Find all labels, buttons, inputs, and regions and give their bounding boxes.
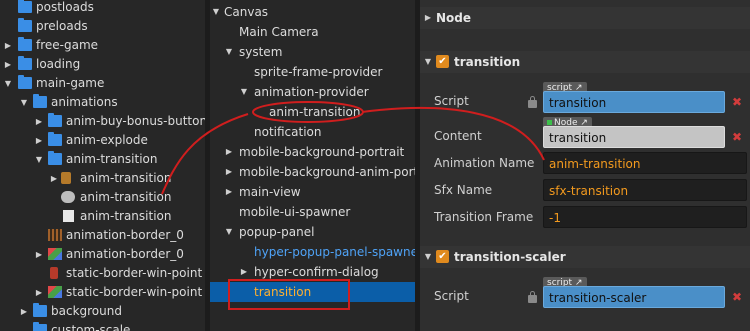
- node-item[interactable]: Main Camera: [210, 22, 415, 42]
- folder-icon: [18, 18, 32, 32]
- chevron-down-icon[interactable]: ▼: [423, 246, 433, 268]
- chevron-right-icon[interactable]: ▶: [49, 169, 59, 188]
- folder-icon: [33, 322, 47, 331]
- node-item[interactable]: ▶ main-view: [210, 182, 415, 202]
- file-icon: [63, 210, 74, 222]
- folder-icon: [18, 75, 32, 89]
- asset-item[interactable]: anim-transition: [0, 188, 205, 207]
- node-item[interactable]: ▶ hyper-confirm-dialog: [210, 262, 415, 282]
- folder-icon: [18, 37, 32, 51]
- chevron-down-icon[interactable]: ▼: [19, 93, 29, 112]
- script-field[interactable]: transition: [543, 91, 725, 113]
- chevron-right-icon[interactable]: ▶: [423, 7, 433, 29]
- asset-item[interactable]: anim-transition: [0, 207, 205, 226]
- remove-content-button[interactable]: ✖: [728, 127, 746, 147]
- asset-item[interactable]: ▶ free-game: [0, 36, 205, 55]
- remove-script-button[interactable]: ✖: [728, 92, 746, 112]
- chevron-right-icon[interactable]: ▶: [34, 131, 44, 150]
- transition-frame-label: Transition Frame: [434, 210, 534, 224]
- chevron-right-icon[interactable]: ▶: [34, 112, 44, 131]
- scaler-script-label: Script: [434, 289, 469, 303]
- chevron-down-icon[interactable]: ▼: [224, 222, 234, 242]
- chevron-right-icon[interactable]: ▶: [224, 162, 234, 182]
- node-item[interactable]: notification: [210, 122, 415, 142]
- asset-item[interactable]: ▶ background: [0, 302, 205, 321]
- transition-frame-input[interactable]: -1: [543, 206, 747, 228]
- lock-icon: [528, 96, 537, 108]
- asset-item[interactable]: animation-border_0: [0, 226, 205, 245]
- asset-item[interactable]: custom-scale: [0, 321, 205, 331]
- content-field[interactable]: transition: [543, 126, 725, 148]
- node-item[interactable]: ▼ system: [210, 42, 415, 62]
- node-item-selected[interactable]: transition: [210, 282, 415, 302]
- asset-item[interactable]: ▶ animation-border_0: [0, 245, 205, 264]
- chevron-down-icon[interactable]: ▼: [3, 74, 13, 93]
- asset-item[interactable]: preloads: [0, 17, 205, 36]
- asset-item[interactable]: postloads: [0, 0, 205, 17]
- animation-name-label: Animation Name: [434, 156, 535, 170]
- transition-component-header[interactable]: ▼ ✔ transition: [420, 51, 750, 73]
- image-icon: [48, 248, 62, 260]
- animation-clip-icon: [61, 191, 75, 203]
- folder-icon: [48, 132, 62, 146]
- folder-icon: [33, 94, 47, 108]
- asset-item[interactable]: ▼ main-game: [0, 74, 205, 93]
- node-item[interactable]: ▼ Canvas: [210, 2, 415, 22]
- node-item[interactable]: ▼ popup-panel: [210, 222, 415, 242]
- hierarchy-panel: ▼ Canvas Main Camera ▼ system sprite-fra…: [210, 0, 415, 331]
- spritesheet-icon: [48, 229, 62, 241]
- chevron-down-icon[interactable]: ▼: [423, 51, 433, 73]
- asset-item[interactable]: ▶ loading: [0, 55, 205, 74]
- sprite-icon: [61, 172, 71, 184]
- transition-scaler-component-header[interactable]: ▼ ✔ transition-scaler: [420, 246, 750, 268]
- enabled-checkbox[interactable]: ✔: [436, 55, 449, 68]
- chevron-down-icon[interactable]: ▼: [34, 150, 44, 169]
- sprite-icon: [50, 267, 58, 279]
- enabled-checkbox[interactable]: ✔: [436, 250, 449, 263]
- chevron-right-icon[interactable]: ▶: [3, 36, 13, 55]
- lock-icon: [528, 291, 537, 303]
- asset-item[interactable]: ▶ anim-explode: [0, 131, 205, 150]
- chevron-right-icon[interactable]: ▶: [224, 182, 234, 202]
- chevron-down-icon[interactable]: ▼: [211, 2, 221, 22]
- chevron-right-icon[interactable]: ▶: [19, 302, 29, 321]
- sfx-name-input[interactable]: sfx-transition: [543, 179, 747, 201]
- folder-icon: [18, 0, 32, 13]
- remove-scaler-script-button[interactable]: ✖: [728, 287, 746, 307]
- asset-item[interactable]: ▶ anim-transition: [0, 169, 205, 188]
- asset-item[interactable]: static-border-win-point: [0, 264, 205, 283]
- assets-panel: postloads preloads ▶ free-game ▶ loading…: [0, 0, 205, 331]
- node-item[interactable]: ▶ mobile-background-anim-portrait: [210, 162, 415, 182]
- chevron-right-icon[interactable]: ▶: [34, 245, 44, 264]
- animation-name-input[interactable]: anim-transition: [543, 152, 747, 174]
- chevron-right-icon[interactable]: ▶: [3, 55, 13, 74]
- node-section-header[interactable]: ▶ Node: [420, 7, 750, 29]
- folder-icon: [48, 151, 62, 165]
- folder-icon: [48, 113, 62, 127]
- folder-icon: [33, 303, 47, 317]
- script-label: Script: [434, 94, 469, 108]
- node-item[interactable]: mobile-ui-spawner: [210, 202, 415, 222]
- scaler-script-field[interactable]: transition-scaler: [543, 286, 725, 308]
- node-item[interactable]: ▶ mobile-background-portrait: [210, 142, 415, 162]
- chevron-right-icon[interactable]: ▶: [239, 262, 249, 282]
- chevron-down-icon[interactable]: ▼: [224, 42, 234, 62]
- asset-item[interactable]: ▼ anim-transition: [0, 150, 205, 169]
- node-item[interactable]: ▼ animation-provider: [210, 82, 415, 102]
- chevron-right-icon[interactable]: ▶: [224, 142, 234, 162]
- chevron-down-icon[interactable]: ▼: [239, 82, 249, 102]
- node-item[interactable]: sprite-frame-provider: [210, 62, 415, 82]
- content-label: Content: [434, 129, 482, 143]
- asset-item[interactable]: ▼ animations: [0, 93, 205, 112]
- node-item[interactable]: anim-transition: [210, 102, 415, 122]
- sfx-name-label: Sfx Name: [434, 183, 493, 197]
- folder-icon: [18, 56, 32, 70]
- asset-item[interactable]: ▶ static-border-win-point: [0, 283, 205, 302]
- chevron-right-icon[interactable]: ▶: [34, 283, 44, 302]
- image-icon: [48, 286, 62, 298]
- inspector-panel: ▶ Node ▼ ✔ transition Script script ↗ tr…: [420, 0, 750, 331]
- asset-item[interactable]: ▶ anim-buy-bonus-button: [0, 112, 205, 131]
- node-item[interactable]: hyper-popup-panel-spawner: [210, 242, 415, 262]
